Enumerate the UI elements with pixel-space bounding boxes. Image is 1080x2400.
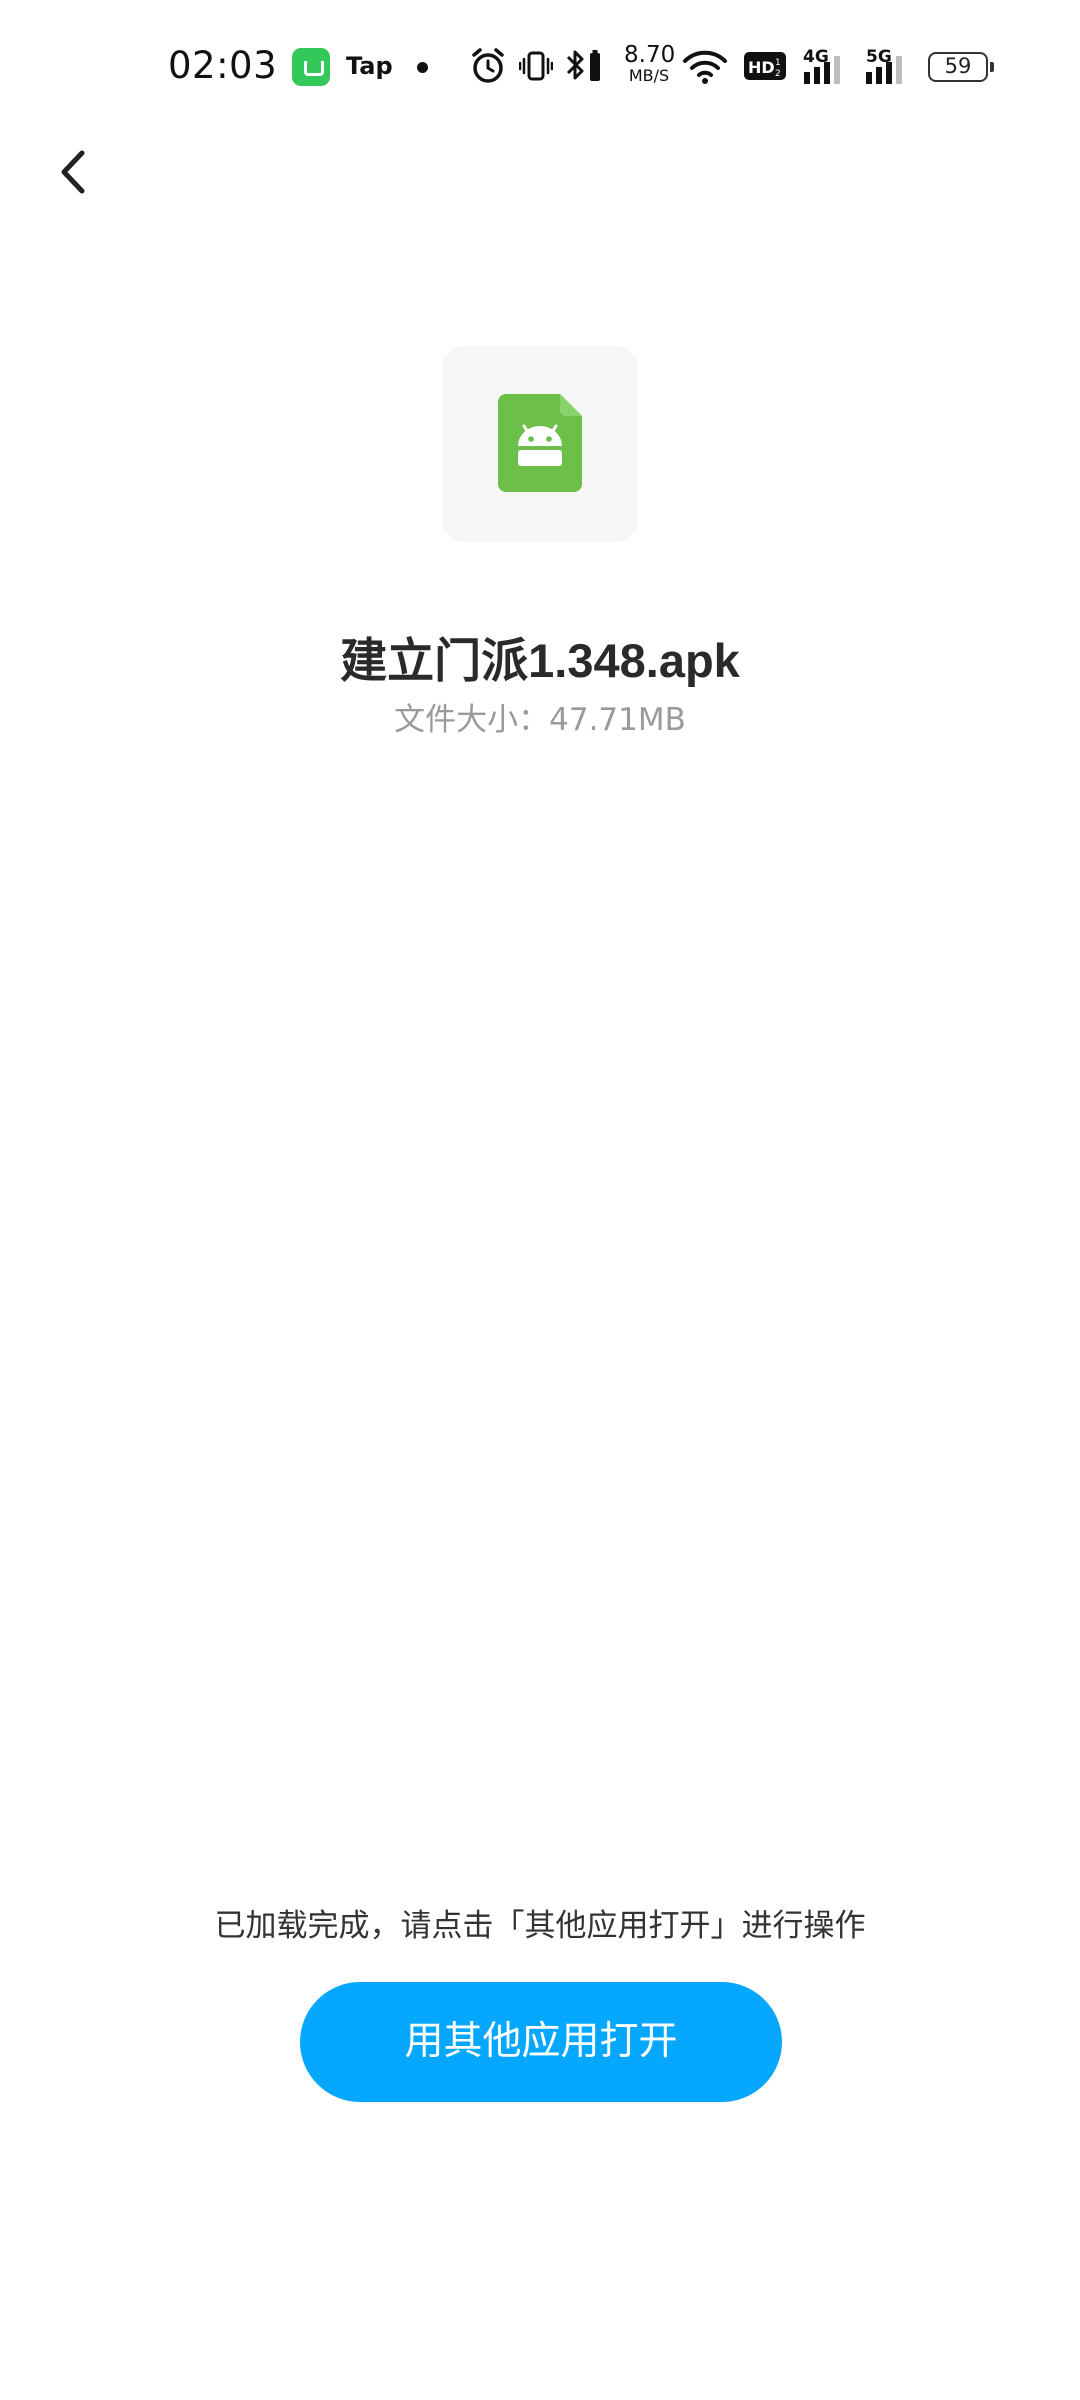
more-notifications-dot-icon: [417, 62, 428, 73]
open-with-other-app-button[interactable]: 用其他应用打开: [300, 1982, 782, 2102]
signal-strength-sim2-icon: [866, 56, 902, 84]
svg-text:HD: HD: [748, 58, 775, 77]
wifi-icon: [683, 50, 727, 84]
svg-text:2: 2: [775, 69, 781, 79]
status-bar: 02:03 Tap 8.70 MB/S HD 1 2 4G 5G 59: [0, 0, 1080, 135]
network-speed: 8.70 MB/S: [624, 42, 676, 85]
battery-icon: 59: [928, 52, 994, 82]
load-complete-hint: 已加载完成，请点击「其他应用打开」进行操作: [214, 1908, 866, 1944]
signal-strength-sim1-icon: [804, 56, 840, 84]
status-time: 02:03: [168, 44, 278, 87]
hd-voice-icon: HD 1 2: [744, 52, 786, 80]
alarm-icon: [472, 48, 504, 83]
shopping-bag-notification-icon: [292, 48, 330, 86]
bluetooth-icon: [566, 50, 584, 80]
file-thumbnail: [442, 346, 638, 542]
bluetooth-battery-icon: [590, 50, 600, 81]
back-button[interactable]: [40, 135, 110, 210]
network-speed-value: 8.70: [624, 42, 676, 68]
file-size: 文件大小：47.71MB: [394, 702, 686, 738]
vibrate-icon: [519, 51, 553, 81]
android-apk-file-icon: [498, 394, 582, 492]
chevron-left-icon: [61, 150, 85, 194]
svg-text:1: 1: [775, 58, 781, 68]
file-name: 建立门派1.348.apk: [340, 634, 740, 687]
tap-notification-label: Tap: [346, 52, 393, 80]
network-speed-unit: MB/S: [628, 66, 670, 85]
